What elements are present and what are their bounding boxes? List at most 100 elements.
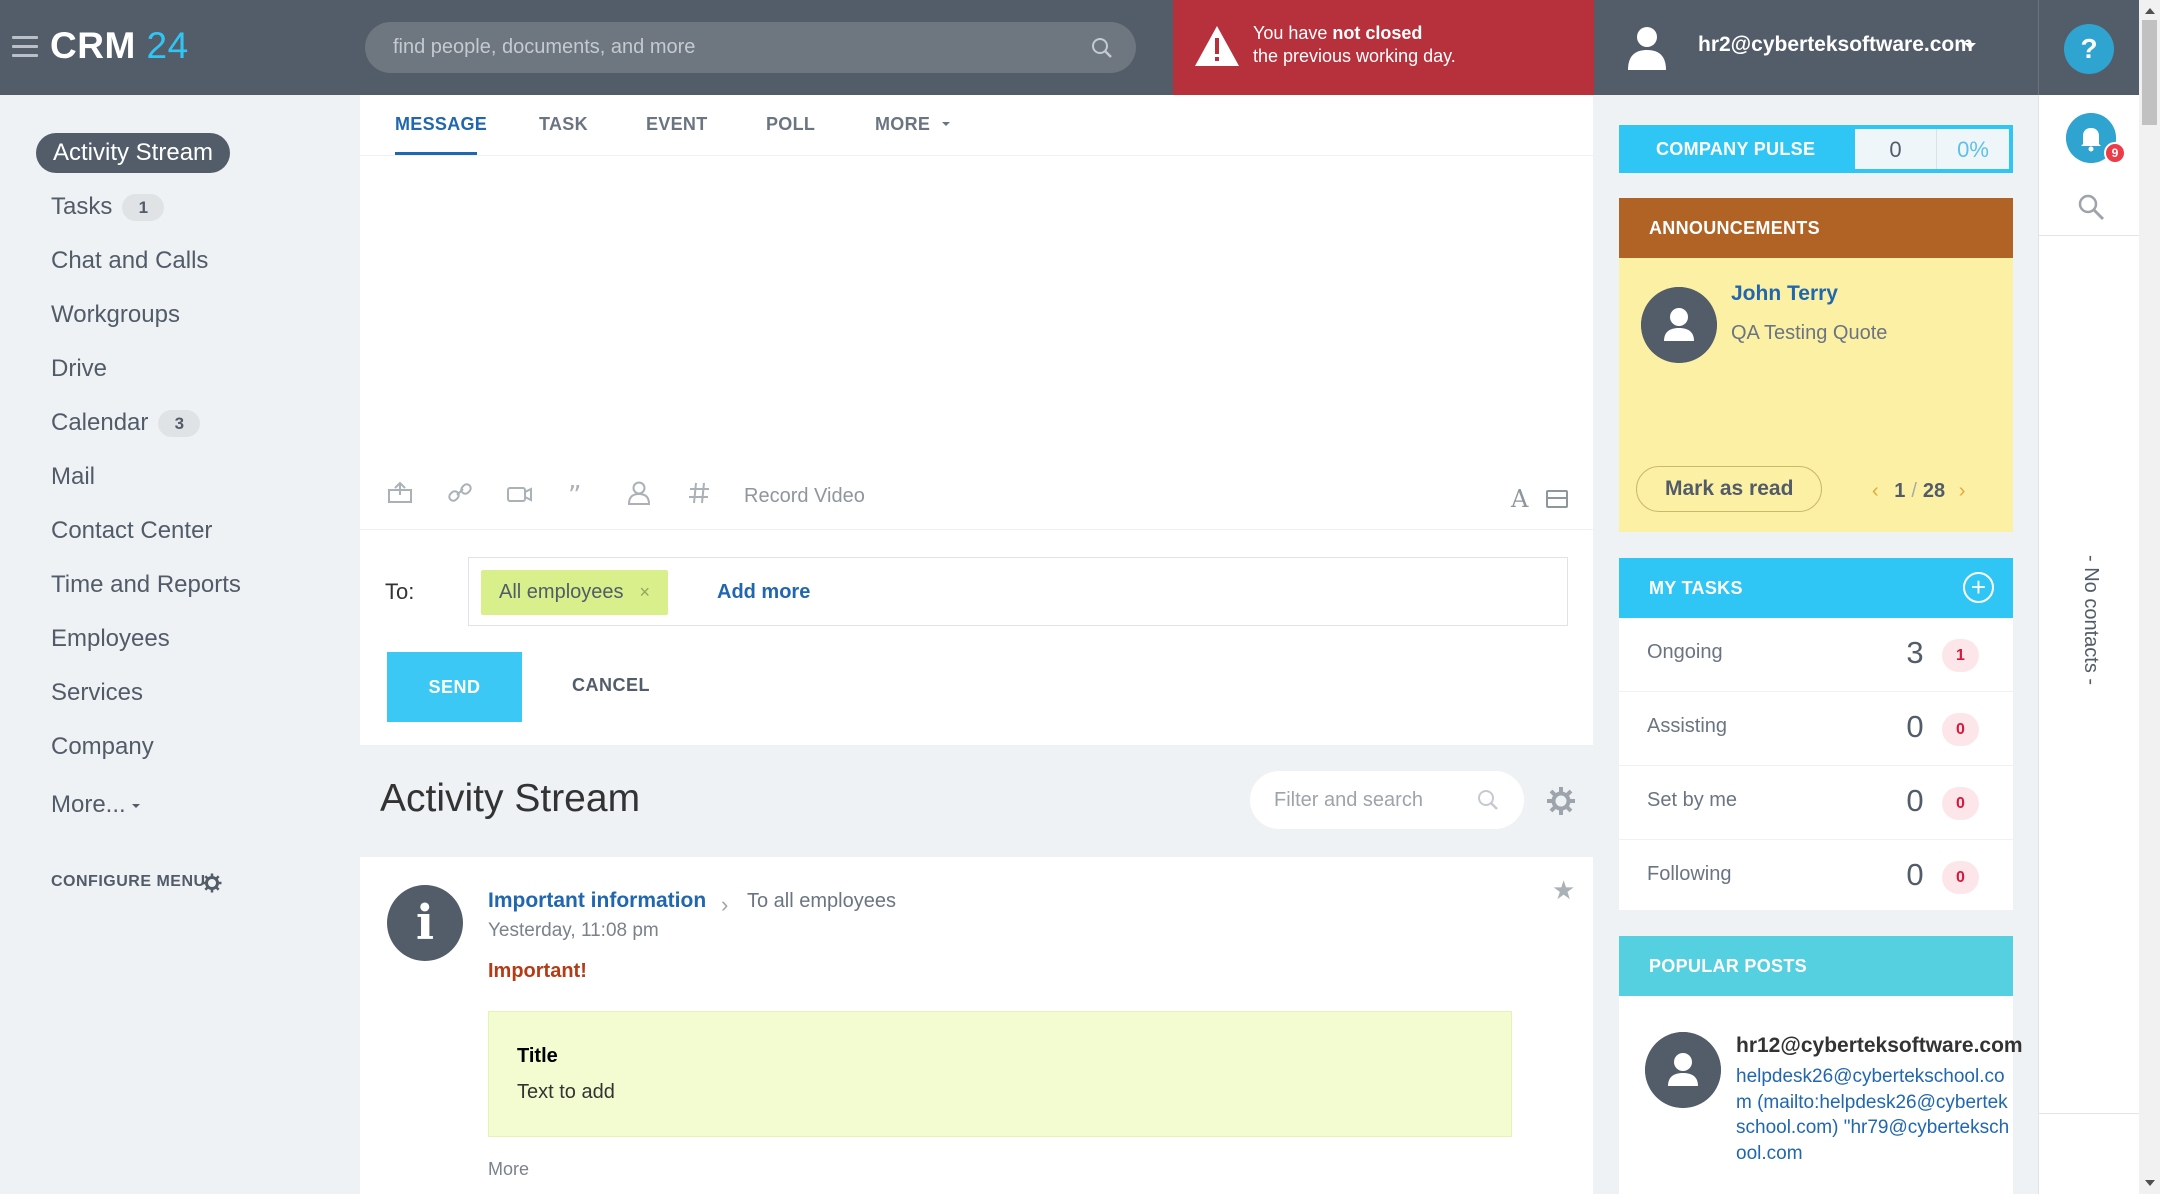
announcement-text[interactable]: QA Testing Quote (1731, 322, 1887, 345)
active-tab-indicator (395, 152, 477, 155)
important-label: Important! (488, 960, 587, 982)
task-row-label: Assisting (1647, 715, 1728, 737)
sidebar-item-drive[interactable]: Drive (51, 355, 107, 383)
recipient-chip[interactable]: All employees × (481, 570, 669, 615)
sidebar-item-contact-center[interactable]: Contact Center (51, 517, 212, 545)
link-icon[interactable] (446, 480, 474, 506)
task-row-badge[interactable]: 1 (1942, 639, 1979, 672)
recipients-field[interactable]: All employees × Add more (468, 557, 1568, 626)
popular-post-author[interactable]: hr12@cyberteksoftware.com (1736, 1034, 2023, 1058)
user-avatar-icon[interactable] (1622, 22, 1672, 72)
popular-post-text[interactable]: helpdesk26@cybertekschool.com (mailto:he… (1736, 1064, 2011, 1166)
workday-warning[interactable]: You have not closed the previous working … (1173, 0, 1594, 95)
search-icon[interactable] (2076, 192, 2106, 222)
post-destination[interactable]: To all employees (747, 890, 896, 913)
close-icon[interactable]: × (640, 582, 651, 602)
avatar[interactable] (1641, 287, 1717, 363)
chevron-down-icon[interactable] (1964, 43, 1976, 49)
help-button[interactable]: ? (2064, 24, 2114, 74)
pulse-count: 0 (1889, 137, 1902, 162)
user-email[interactable]: hr2@cyberteksoftware.com (1698, 33, 1973, 57)
pager-current: 1 (1894, 480, 1906, 502)
rightbar-divider (2039, 235, 2139, 236)
task-row-badge[interactable]: 0 (1942, 713, 1979, 746)
mention-icon[interactable] (625, 480, 653, 506)
tab-divider (360, 155, 1593, 156)
announcement-author[interactable]: John Terry (1731, 282, 1838, 306)
sidebar-item-calendar[interactable]: Calendar 3 (51, 409, 201, 438)
task-row-count: 0 (1906, 783, 1924, 818)
send-button[interactable]: SEND (387, 652, 522, 722)
search-icon[interactable] (1090, 36, 1114, 60)
help-column: ? (2038, 0, 2139, 95)
chevron-right-icon[interactable]: › (1959, 480, 1966, 502)
warning-icon (1195, 26, 1239, 66)
gear-icon[interactable] (202, 873, 222, 893)
avatar[interactable] (1645, 1032, 1721, 1108)
task-row-assisting[interactable]: Assisting 0 0 (1619, 692, 2013, 766)
upload-icon[interactable] (386, 480, 414, 506)
tab-message[interactable]: MESSAGE (395, 114, 487, 135)
record-video-button[interactable]: Record Video (744, 485, 865, 508)
scroll-up-arrow-icon[interactable] (2145, 8, 2155, 14)
app-logo[interactable]: CRM 24 (50, 25, 189, 67)
mark-as-read-button[interactable]: Mark as read (1636, 466, 1823, 512)
task-row-badge[interactable]: 0 (1942, 861, 1979, 894)
popular-posts-title: POPULAR POSTS (1649, 956, 1807, 976)
task-row-badge[interactable]: 0 (1942, 787, 1979, 820)
pulse-stats: 0 0% (1855, 129, 2009, 169)
scroll-down-arrow-icon[interactable] (2145, 1180, 2155, 1186)
chevron-down-icon (942, 122, 950, 126)
post-author-link[interactable]: Important information (488, 889, 706, 913)
add-more-link[interactable]: Add more (717, 581, 810, 604)
sidebar-item-mail[interactable]: Mail (51, 463, 95, 491)
global-search-input[interactable]: find people, documents, and more (365, 22, 1136, 73)
chevron-left-icon[interactable]: ‹ (1872, 480, 1879, 502)
sidebar-item-company[interactable]: Company (51, 733, 154, 761)
add-task-button[interactable]: + (1963, 572, 1994, 603)
task-row-set-by-me[interactable]: Set by me 0 0 (1619, 766, 2013, 840)
post-composer: MESSAGE TASK EVENT POLL MORE ” Record Vi… (360, 95, 1593, 745)
sidebar-item-workgroups[interactable]: Workgroups (51, 301, 180, 329)
page-scrollbar[interactable] (2139, 0, 2160, 1194)
hashtag-icon[interactable] (686, 480, 714, 506)
tab-poll[interactable]: POLL (766, 114, 815, 135)
announcement-pager: ‹ 1/28 › (1872, 480, 1965, 503)
sidebar-item-tasks[interactable]: Tasks 1 (51, 193, 165, 222)
post-more-link[interactable]: More (488, 1159, 529, 1180)
text-format-icon[interactable]: A (1511, 485, 1528, 513)
sidebar-item-employees[interactable]: Employees (51, 625, 170, 653)
filter-search-input[interactable]: Filter and search (1250, 771, 1524, 829)
search-icon[interactable] (1476, 788, 1500, 812)
scroll-thumb[interactable] (2142, 20, 2157, 125)
message-editor[interactable] (380, 175, 1570, 455)
sidebar-item-time-and-reports[interactable]: Time and Reports (51, 571, 241, 599)
configure-menu-button[interactable]: CONFIGURE MENU (51, 873, 206, 891)
gear-icon[interactable] (1546, 786, 1576, 816)
chevron-down-icon (131, 803, 140, 808)
sidebar-item-label: Tasks (51, 193, 113, 220)
no-contacts-label: - No contacts - (2080, 555, 2102, 686)
page-title: Activity Stream (380, 777, 641, 820)
menu-burger-icon[interactable] (12, 36, 38, 58)
popular-posts-header: POPULAR POSTS (1619, 936, 2013, 996)
task-row-label: Ongoing (1647, 641, 1723, 663)
tab-event[interactable]: EVENT (646, 114, 708, 135)
star-icon[interactable]: ★ (1552, 875, 1575, 906)
tab-more[interactable]: MORE (875, 114, 930, 135)
video-icon[interactable] (505, 480, 533, 506)
tab-task[interactable]: TASK (539, 114, 588, 135)
task-row-ongoing[interactable]: Ongoing 3 1 (1619, 618, 2013, 692)
sidebar-item-label: Calendar (51, 409, 149, 436)
sidebar-item-chat-and-calls[interactable]: Chat and Calls (51, 247, 208, 275)
post-timestamp[interactable]: Yesterday, 11:08 pm (488, 920, 659, 942)
warning-text: You have not closed the previous working … (1253, 23, 1456, 66)
quote-icon[interactable]: ” (564, 480, 592, 506)
task-row-following[interactable]: Following 0 0 (1619, 840, 2013, 914)
sidebar-item-more[interactable]: More... (51, 791, 140, 819)
sidebar-item-services[interactable]: Services (51, 679, 143, 707)
editor-panel-icon[interactable] (1546, 490, 1568, 508)
cancel-button[interactable]: CANCEL (572, 675, 650, 696)
sidebar-item-activity-stream[interactable]: Activity Stream (36, 133, 231, 173)
company-pulse-widget[interactable]: COMPANY PULSE 0 0% (1619, 125, 2013, 173)
